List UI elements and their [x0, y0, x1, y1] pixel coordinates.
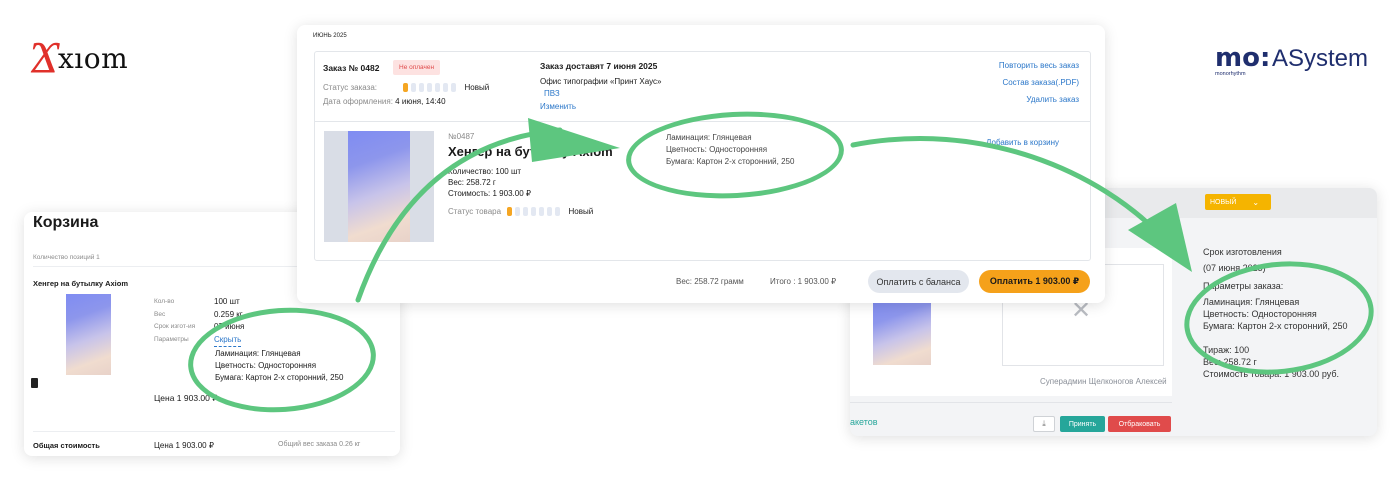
mo-logo-mark: mo: — [1215, 43, 1271, 73]
order-item-cost: Стоимость: 1 903.00 ₽ — [448, 189, 531, 198]
order-date-row: Дата оформления: 4 июня, 14:40 — [323, 97, 446, 106]
order-item-sku: №0487 — [448, 132, 475, 141]
order-status-progress — [403, 83, 457, 93]
total-label: Общая стоимость — [33, 441, 100, 450]
order-item-image — [348, 131, 410, 242]
order-item-status-progress — [507, 207, 561, 217]
footer-total: Итого : 1 903.00 ₽ — [770, 277, 837, 286]
spec-label: Срок изгот-ия — [154, 323, 196, 330]
chevron-down-icon: ⌄ — [1252, 197, 1260, 207]
download-button[interactable]: ⤓ — [1033, 416, 1055, 432]
delivery-address: Офис типографии «Принт Хаус» ПВЗ — [540, 76, 666, 99]
order-month: ИЮНЬ 2025 — [313, 33, 347, 39]
asystem-logo: mo: monorhythm ASystem — [1215, 43, 1375, 83]
axiom-logo-mark: Ϫ — [30, 32, 58, 83]
status-select-value: НОВЫЙ — [1210, 198, 1237, 206]
order-pdf-link[interactable]: Состав заказа(.PDF) — [1002, 78, 1079, 87]
cart-product-image — [66, 294, 111, 375]
delivery-title: Заказ доставят 7 июня 2025 — [540, 61, 658, 71]
cart-count: Количество позиций 1 — [33, 254, 100, 261]
cart-title: Корзина — [33, 214, 99, 231]
order-status-row: Статус заказа: Новый — [323, 83, 490, 93]
accept-button[interactable]: Принять — [1060, 416, 1105, 432]
admin-divider — [850, 402, 1172, 403]
reject-button[interactable]: Отбраковать — [1108, 416, 1171, 432]
order-date-label: Дата оформления: — [323, 97, 393, 106]
order-date-value: 4 июня, 14:40 — [395, 97, 446, 106]
admin-user: Суперадмин Щелконогов Алексей — [1040, 377, 1167, 386]
order-item-weight: Вес: 258.72 г — [448, 178, 496, 187]
change-delivery-link[interactable]: Изменить — [540, 102, 576, 111]
unpaid-badge: Не оплачен — [393, 60, 441, 75]
total-price: Цена 1 903.00 ₽ — [154, 441, 214, 450]
total-weight: Общий вес заказа 0.26 кг — [278, 441, 361, 448]
status-select[interactable]: НОВЫЙ ⌄ — [1205, 194, 1271, 210]
order-number: Заказ № 0482 — [323, 63, 380, 73]
trash-icon[interactable] — [31, 378, 38, 388]
admin-product-image — [873, 300, 931, 365]
delete-order-link[interactable]: Удалить заказ — [1026, 95, 1079, 104]
order-item-image-frame — [324, 131, 434, 242]
pay-button[interactable]: Оплатить 1 903.00 ₽ — [979, 270, 1090, 293]
order-item-status-row: Статус товара Новый — [448, 207, 594, 217]
spec-label: Вес — [154, 310, 166, 318]
delivery-address-text: Офис типографии «Принт Хаус» — [540, 77, 662, 86]
spec-value: 100 шт — [214, 297, 240, 306]
mo-logo-sub: monorhythm — [1215, 71, 1246, 77]
cart-product-name: Хенгер на бутылку Axiom — [33, 279, 129, 288]
order-item-details: Количество: 100 шт Вес: 258.72 г Стоимос… — [448, 166, 531, 199]
order-item-name: Хенгер на бутылку Axiom — [448, 144, 613, 159]
cart-divider-bottom — [33, 431, 395, 432]
asystem-logo-name: ASystem — [1272, 45, 1369, 72]
order-item-status-label: Статус товара — [448, 207, 502, 216]
footer-weight: Вес: 258.72 грамм — [676, 277, 744, 286]
order-status-value: Новый — [464, 83, 490, 92]
axiom-logo-word: xıom — [58, 42, 129, 75]
pay-from-balance-button[interactable]: Оплатить с баланса — [868, 270, 969, 293]
add-to-cart-link[interactable]: Добавить в корзину — [986, 138, 1059, 147]
order-item-status-value: Новый — [568, 207, 594, 216]
deadline-title: Срок изготовления — [1203, 247, 1282, 257]
cart-spec-row: Кол-во 100 шт — [154, 296, 244, 309]
layouts-link[interactable]: акетов — [850, 417, 878, 427]
order-status-label: Статус заказа: — [323, 83, 378, 92]
delivery-type: ПВЗ — [544, 88, 560, 98]
spec-label: Кол-во — [154, 298, 175, 305]
axiom-logo: Ϫ xıom — [30, 32, 140, 83]
download-icon: ⤓ — [1042, 419, 1046, 428]
repeat-order-link[interactable]: Повторить весь заказ — [999, 61, 1079, 70]
order-item-qty: Количество: 100 шт — [448, 167, 522, 176]
